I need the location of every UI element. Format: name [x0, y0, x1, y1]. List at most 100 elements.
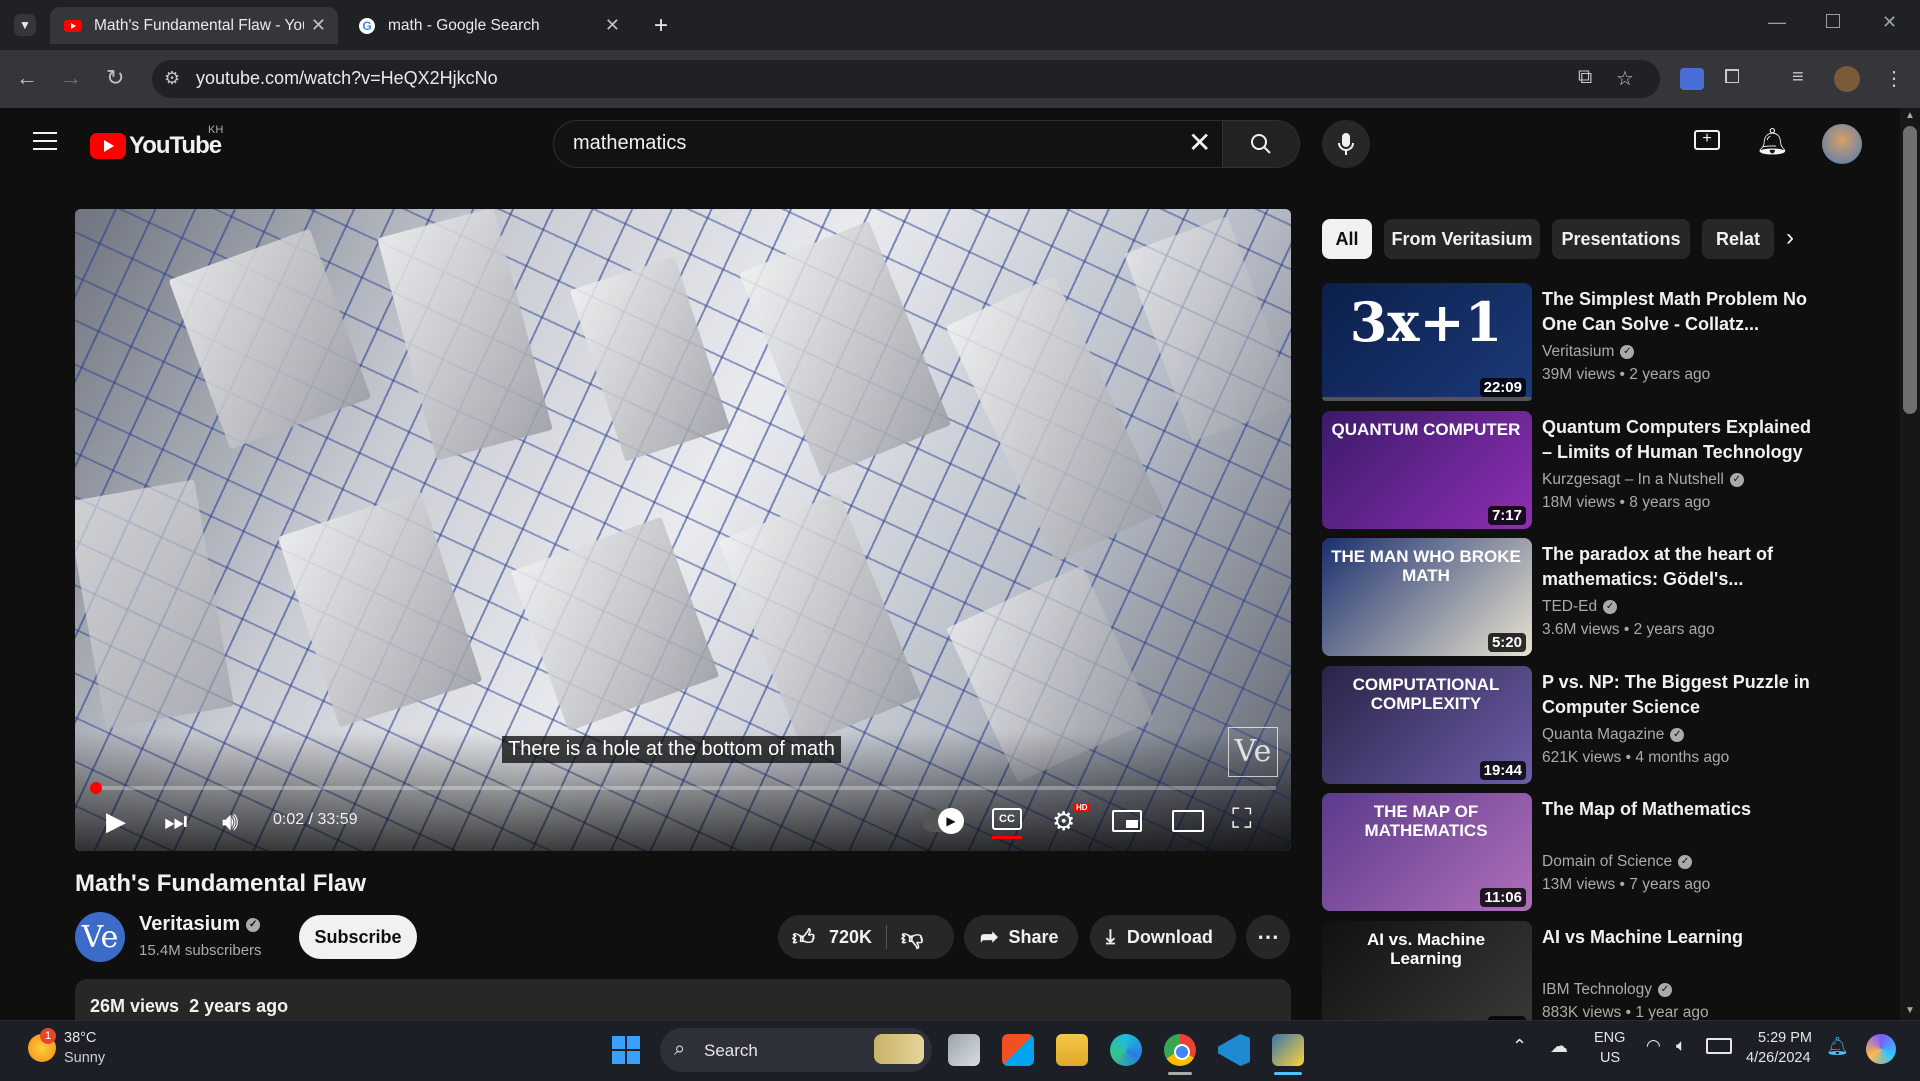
account-avatar[interactable] — [1822, 124, 1862, 164]
notification-bell-icon[interactable]: 🔔︎ — [1826, 1036, 1849, 1057]
window-close-icon[interactable]: ✕ — [1882, 12, 1897, 33]
recommendation-thumbnail[interactable]: COMPUTATIONAL COMPLEXITY 19:44 — [1322, 666, 1532, 784]
recommendation-title[interactable]: Quantum Computers Explained – Limits of … — [1542, 415, 1812, 465]
microsoft-store-icon[interactable] — [1002, 1034, 1034, 1066]
clock-date[interactable]: 4/26/2024 — [1746, 1050, 1811, 1066]
bookmark-star-icon[interactable]: ☆ — [1616, 66, 1634, 91]
like-count[interactable]: 720K — [829, 927, 872, 948]
clock-time[interactable]: 5:29 PM — [1758, 1030, 1812, 1046]
language-eng[interactable]: ENG — [1594, 1030, 1625, 1046]
scroll-down-icon[interactable]: ▼ — [1905, 1005, 1915, 1016]
translate-extension-icon[interactable] — [1680, 68, 1704, 90]
recommendation-channel[interactable]: Quanta Magazine ✓ — [1542, 726, 1685, 744]
theater-mode-icon[interactable] — [1172, 810, 1204, 832]
extensions-puzzle-icon[interactable]: ⧠ — [1724, 66, 1740, 89]
task-view-icon[interactable] — [948, 1034, 980, 1066]
voice-search-button[interactable] — [1322, 120, 1370, 168]
chip-all[interactable]: All — [1322, 219, 1372, 259]
site-info-icon[interactable]: ⚙ — [164, 68, 180, 89]
restore-icon[interactable] — [1826, 14, 1840, 28]
weather-temp[interactable]: 38°C — [64, 1030, 96, 1046]
close-tab-icon[interactable]: ✕ — [311, 15, 326, 36]
tab-search-button[interactable]: ▼ — [14, 14, 36, 36]
recommendation-item[interactable]: QUANTUM COMPUTER 7:17 Quantum Computers Ex… — [1322, 411, 1842, 529]
chrome-browser-icon[interactable] — [1164, 1034, 1196, 1066]
search-query[interactable]: mathematics — [573, 132, 686, 155]
recommendation-title[interactable]: The paradox at the heart of mathematics:… — [1542, 542, 1812, 592]
notifications-bell-icon[interactable]: 🔔︎ — [1756, 126, 1789, 157]
scrollbar-thumb[interactable] — [1903, 126, 1917, 414]
recommendation-title[interactable]: P vs. NP: The Biggest Puzzle in Computer… — [1542, 670, 1812, 720]
subscribe-button[interactable]: Subscribe — [299, 915, 417, 959]
close-tab-icon[interactable]: ✕ — [605, 15, 620, 36]
like-thumb-icon[interactable]: 👍︎ — [792, 924, 815, 951]
recommendation-thumbnail[interactable]: 3x+1 22:09 — [1322, 283, 1532, 401]
autoplay-toggle[interactable]: ▶ — [922, 808, 964, 834]
media-control-icon[interactable]: ≡ — [1792, 66, 1804, 89]
copilot-icon[interactable] — [1866, 1034, 1896, 1064]
weather-desc[interactable]: Sunny — [64, 1050, 105, 1066]
volume-icon[interactable]: 🔊︎ — [222, 806, 238, 838]
python-app-icon[interactable] — [1272, 1034, 1304, 1066]
dislike-thumb-icon[interactable]: 👎︎ — [901, 924, 923, 951]
search-button[interactable] — [1222, 120, 1300, 168]
chip-presentations[interactable]: Presentations — [1552, 219, 1690, 259]
progress-scrubber[interactable] — [90, 782, 102, 794]
chips-next-icon[interactable]: › — [1786, 224, 1794, 252]
tab-google[interactable]: G math - Google Search ✕ — [344, 7, 632, 44]
recommendation-channel[interactable]: Veritasium ✓ — [1542, 343, 1635, 361]
open-in-app-icon[interactable]: ⧉ — [1578, 66, 1592, 89]
tab-youtube[interactable]: Math's Fundamental Flaw - You ✕ — [50, 7, 338, 44]
recommendation-item[interactable]: THE MAN WHO BROKE MATH 5:20 The paradox at… — [1322, 538, 1842, 656]
share-button[interactable]: ➦ Share — [964, 915, 1078, 959]
minimize-icon[interactable]: — — [1768, 12, 1786, 33]
recommendation-channel[interactable]: IBM Technology ✓ — [1542, 981, 1672, 999]
recommendation-thumbnail[interactable]: THE MAN WHO BROKE MATH 5:20 — [1322, 538, 1532, 656]
recommendation-channel[interactable]: Domain of Science ✓ — [1542, 853, 1693, 871]
recommendation-channel[interactable]: Kurzgesagt – In a Nutshell ✓ — [1542, 471, 1744, 489]
windows-start-icon[interactable] — [610, 1034, 642, 1066]
url-text[interactable]: youtube.com/watch?v=HeQX2HjkcNo — [196, 68, 498, 89]
forward-icon[interactable]: → — [60, 65, 82, 91]
tray-overflow-icon[interactable]: ⌃ — [1512, 1036, 1527, 1057]
back-icon[interactable]: ← — [16, 65, 38, 91]
file-explorer-icon[interactable] — [1056, 1034, 1088, 1066]
recommendation-thumbnail[interactable]: THE MAP OF MATHEMATICS 11:06 — [1322, 793, 1532, 911]
wifi-icon[interactable]: ◠ — [1646, 1036, 1661, 1056]
settings-gear-icon[interactable]: ⚙ — [1052, 806, 1075, 837]
onedrive-cloud-icon[interactable]: ☁ — [1550, 1036, 1568, 1057]
clear-search-icon[interactable]: ✕ — [1188, 128, 1211, 158]
guide-menu-icon[interactable] — [33, 132, 57, 150]
progress-bar[interactable] — [90, 786, 1276, 790]
recommendation-item[interactable]: THE MAP OF MATHEMATICS 11:06 The Map of Ma… — [1322, 793, 1842, 911]
chip-from-veritasium[interactable]: From Veritasium — [1384, 219, 1540, 259]
battery-icon[interactable] — [1706, 1038, 1732, 1054]
recommendation-item[interactable]: 3x+1 22:09 The Simplest Math Problem No On… — [1322, 283, 1842, 401]
scroll-up-icon[interactable]: ▲ — [1905, 110, 1915, 121]
recommendation-title[interactable]: The Simplest Math Problem No One Can Sol… — [1542, 287, 1812, 337]
chip-related[interactable]: Relat — [1702, 219, 1774, 259]
language-us[interactable]: US — [1600, 1050, 1620, 1066]
profile-avatar[interactable] — [1834, 66, 1860, 92]
fullscreen-icon[interactable]: ⛶ — [1232, 803, 1252, 836]
channel-name[interactable]: Veritasium ✓ — [139, 913, 261, 936]
speaker-icon[interactable]: 🔈︎ — [1676, 1036, 1686, 1056]
miniplayer-icon[interactable] — [1112, 810, 1142, 832]
new-tab-icon[interactable]: + — [654, 12, 668, 40]
channel-avatar[interactable]: Ve — [75, 912, 125, 962]
next-video-icon[interactable]: ⏭︎ — [164, 806, 187, 838]
recommendation-item[interactable]: COMPUTATIONAL COMPLEXITY 19:44 P vs. NP: T… — [1322, 666, 1842, 784]
more-actions-icon[interactable]: ⋯ — [1246, 915, 1290, 959]
recommendation-thumbnail[interactable]: QUANTUM COMPUTER 7:17 — [1322, 411, 1532, 529]
recommendation-title[interactable]: AI vs Machine Learning — [1542, 925, 1812, 950]
play-icon[interactable]: ▶ — [106, 806, 126, 837]
subtitles-cc-icon[interactable]: CC — [992, 808, 1022, 830]
channel-watermark[interactable]: Ve — [1228, 727, 1278, 777]
reload-icon[interactable]: ↻ — [106, 65, 124, 91]
recommendation-title[interactable]: The Map of Mathematics — [1542, 797, 1812, 822]
edge-browser-icon[interactable] — [1110, 1034, 1142, 1066]
create-video-icon[interactable]: + — [1694, 130, 1720, 150]
browser-menu-icon[interactable]: ⋮ — [1884, 66, 1904, 91]
recommendation-channel[interactable]: TED-Ed ✓ — [1542, 598, 1618, 616]
download-button[interactable]: ⤓ Download — [1090, 915, 1236, 959]
